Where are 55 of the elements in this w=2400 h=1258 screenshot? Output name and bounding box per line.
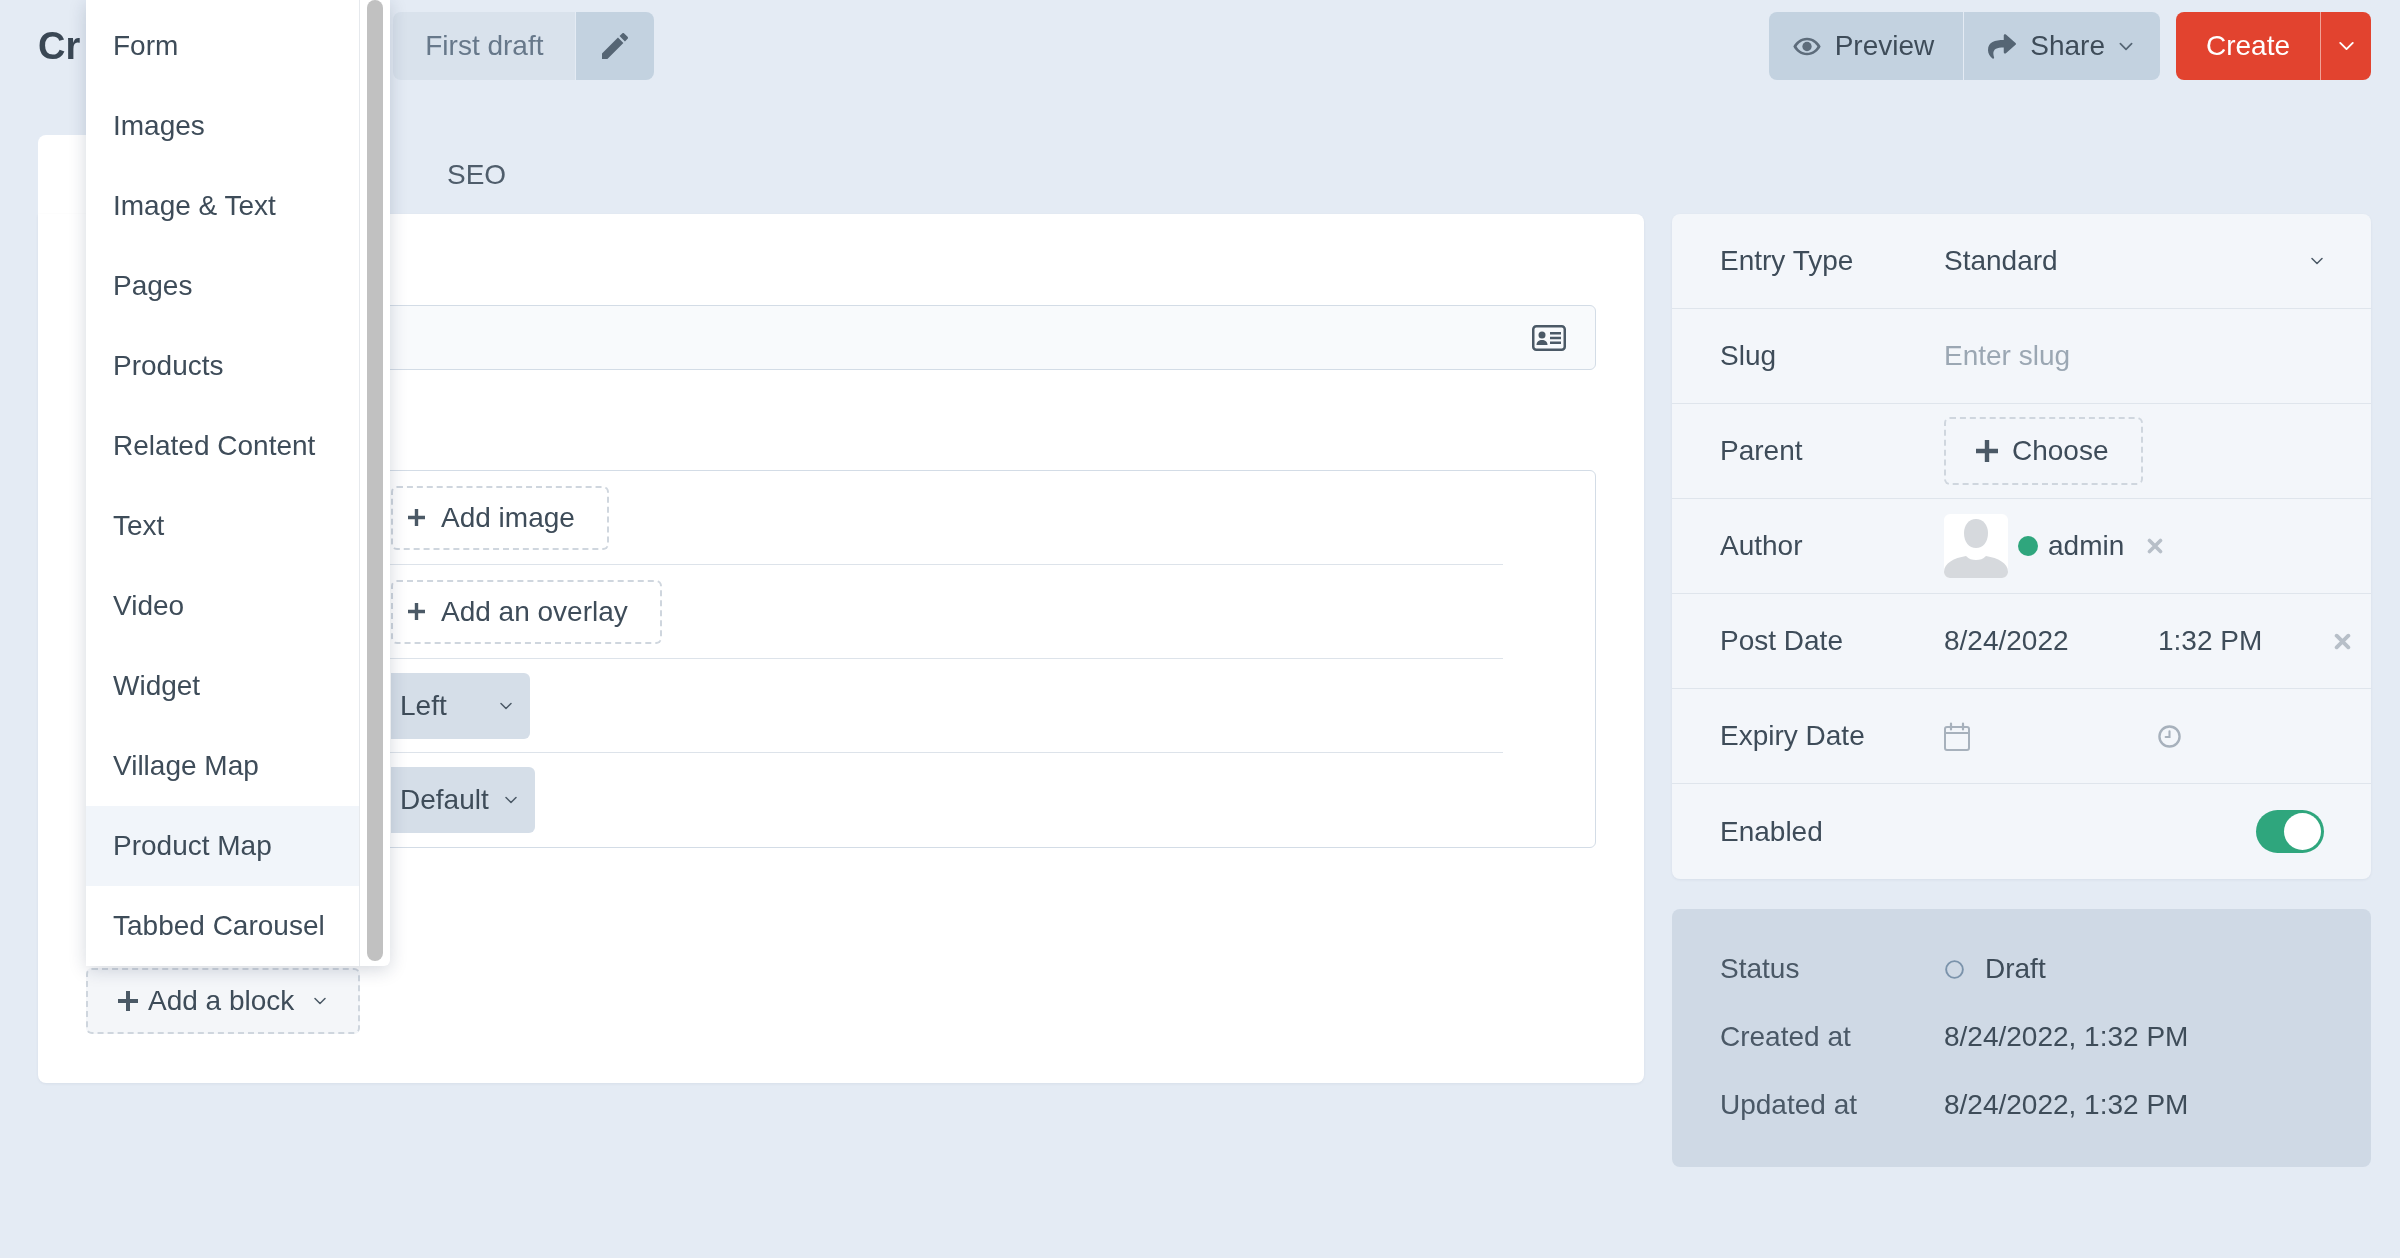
plus-icon (118, 991, 138, 1011)
meta-value: 8/24/2022, 1:32 PM (1944, 1088, 2189, 1122)
caret-icon (314, 997, 327, 1005)
select-field[interactable]: Default (391, 767, 535, 833)
user-silhouette-icon (1944, 514, 2008, 578)
date-input[interactable]: 8/24/2022 (1944, 620, 2158, 662)
field-label: Parent (1720, 434, 1804, 468)
field-label: Expiry Date (1720, 719, 1866, 753)
author-name: admin (2048, 529, 2125, 563)
caret-icon (2338, 41, 2354, 51)
create-options-button[interactable] (2320, 12, 2371, 80)
tab[interactable]: SEO (407, 135, 547, 214)
entry-type-select[interactable]: Standard (1944, 240, 2323, 282)
page-title: Cr (38, 24, 81, 69)
plus-icon (408, 603, 425, 620)
meta-value: 8/24/2022, 1:32 PM (1944, 1020, 2189, 1054)
field-label: Entry Type (1720, 244, 1855, 278)
field-label: Author (1720, 529, 1804, 563)
scrollbar-thumb[interactable] (367, 0, 383, 961)
plus-icon (1976, 440, 1998, 462)
pencil-icon (602, 33, 629, 59)
share-arrow-icon (1988, 33, 2017, 59)
toggle-switch[interactable] (2256, 810, 2324, 853)
remove-icon[interactable] (2147, 538, 2164, 554)
caret-icon (2311, 257, 2323, 265)
clock-icon[interactable] (2158, 724, 2181, 748)
meta-label: Created at (1720, 1020, 1852, 1054)
share-button[interactable]: Share (1963, 12, 2160, 80)
eye-icon (1792, 36, 1821, 56)
id-card-icon (1532, 324, 1566, 351)
status-value: Draft (1985, 952, 2046, 986)
field-label: Enabled (1720, 814, 1824, 849)
add-button[interactable]: Add an overlay (391, 579, 662, 644)
field-label: Slug (1720, 339, 1778, 373)
clear-icon[interactable] (2334, 632, 2351, 650)
caret-icon (2118, 41, 2133, 51)
status-ring-icon (1945, 959, 1964, 979)
preview-button[interactable]: Preview (1768, 12, 1964, 80)
caret-icon (504, 796, 517, 804)
meta-label: Updated at (1720, 1088, 1858, 1122)
add-block-button[interactable]: Add a block (86, 968, 360, 1034)
choose-button[interactable]: Choose (1944, 417, 2143, 485)
select-field[interactable]: Left (391, 672, 530, 739)
edit-button[interactable] (575, 12, 655, 80)
plus-icon (408, 509, 425, 526)
meta-label: Status (1720, 952, 1801, 986)
menu-item[interactable]: Tabbed Carousel (86, 886, 359, 966)
create-button[interactable]: Create (2175, 12, 2320, 80)
add-button[interactable]: Add image (391, 485, 609, 550)
time-input[interactable]: 1:32 PM (2158, 620, 2334, 662)
menu-item[interactable]: Product Map (86, 806, 359, 886)
slug-input[interactable]: Enter slug (1944, 336, 2323, 376)
caret-icon (500, 701, 512, 710)
calendar-icon[interactable] (1944, 721, 1970, 751)
field-label: Post Date (1720, 624, 1844, 658)
